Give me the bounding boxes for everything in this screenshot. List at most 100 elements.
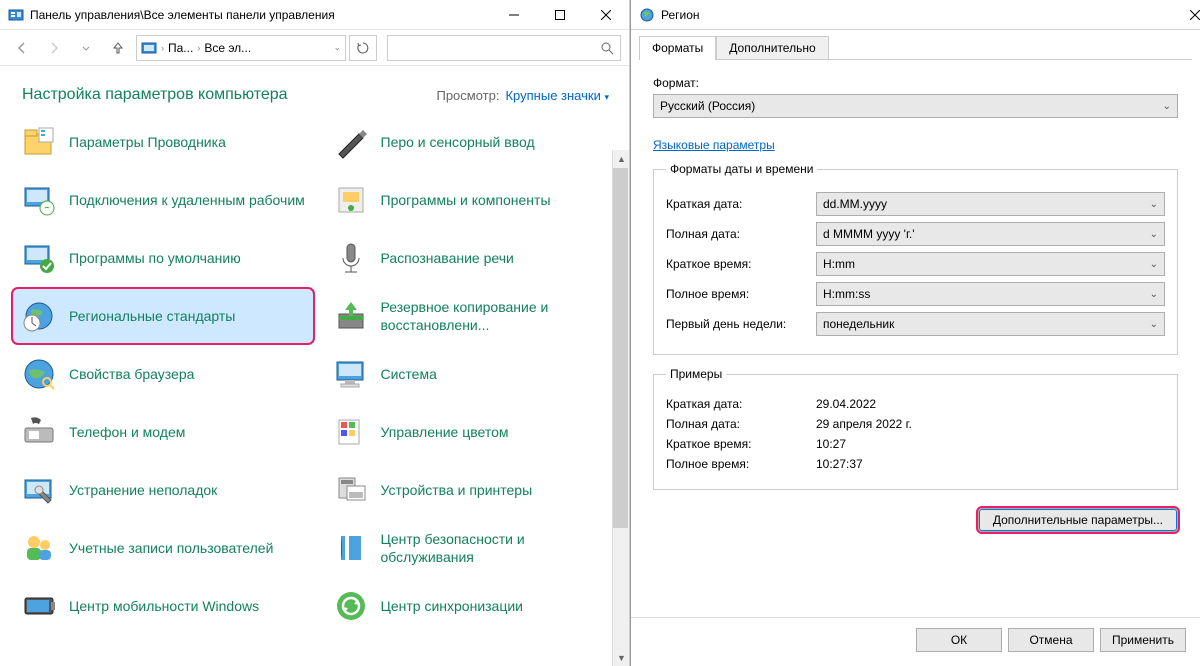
window-title: Панель управления\Все элементы панели уп… [30,8,491,22]
additional-settings-button[interactable]: Дополнительные параметры... [978,508,1178,532]
view-label: Просмотр: [436,88,499,103]
defaults-icon [19,238,59,278]
back-button[interactable] [8,34,36,62]
sync-icon [331,586,371,626]
cp-item-color[interactable]: Управление цветом [324,404,626,460]
cp-item-security[interactable]: Центр безопасности и обслуживания [324,520,626,576]
refresh-button[interactable] [349,35,377,61]
cp-item-label: Распознавание речи [381,249,514,267]
address-bar[interactable]: › Па... › Все эл... ⌄ [136,35,346,61]
page-title: Настройка параметров компьютера [22,86,288,104]
ex-long-time-value: 10:27:37 [816,457,1165,471]
up-button[interactable] [104,34,132,62]
short-time-combo[interactable]: H:mm⌄ [816,252,1165,276]
globe-icon [639,7,655,23]
mobility-icon [19,586,59,626]
control-panel-icon [8,7,24,23]
backup-icon [331,296,371,336]
short-date-label: Краткая дата: [666,197,816,211]
short-date-combo[interactable]: dd.MM.yyyy⌄ [816,192,1165,216]
view-dropdown[interactable]: Крупные значки ▾ [505,88,609,103]
long-time-combo[interactable]: H:mm:ss⌄ [816,282,1165,306]
cp-item-label: Региональные стандарты [69,307,235,325]
cp-item-mobility[interactable]: Центр мобильности Windows [12,578,314,634]
cp-item-label: Учетные записи пользователей [69,539,273,557]
first-day-label: Первый день недели: [666,317,816,331]
pen-icon [331,122,371,162]
group-title: Примеры [666,367,726,381]
cp-item-defaults[interactable]: Программы по умолчанию [12,230,314,286]
datetime-formats-group: Форматы даты и времени Краткая дата:dd.M… [653,162,1178,355]
scroll-thumb[interactable] [613,168,628,528]
cp-item-devices[interactable]: Устройства и принтеры [324,462,626,518]
cp-item-label: Резервное копирование и восстановлени... [381,298,619,334]
system-icon [331,354,371,394]
cp-item-label: Перо и сенсорный ввод [381,133,535,151]
breadcrumb-seg[interactable]: Все эл... [204,41,251,55]
titlebar: Панель управления\Все элементы панели уп… [0,0,629,30]
control-panel-icon [141,40,157,56]
users-icon [19,528,59,568]
apply-button[interactable]: Применить [1100,628,1186,652]
language-settings-link[interactable]: Языковые параметры [653,138,1178,152]
cp-item-label: Телефон и модем [69,423,185,441]
search-input[interactable] [387,35,621,61]
minimize-button[interactable] [491,0,537,30]
cp-item-remote[interactable]: Подключения к удаленным рабочим [12,172,314,228]
cp-item-troubleshoot[interactable]: Устранение неполадок [12,462,314,518]
maximize-button[interactable] [537,0,583,30]
cp-item-sync[interactable]: Центр синхронизации [324,578,626,634]
breadcrumb-seg[interactable]: Па... [168,41,193,55]
cp-item-label: Подключения к удаленным рабочим [69,191,305,209]
first-day-combo[interactable]: понедельник⌄ [816,312,1165,336]
tab-formats[interactable]: Форматы [639,36,716,59]
nav-toolbar: › Па... › Все эл... ⌄ [0,30,629,66]
ex-short-time-value: 10:27 [816,437,1165,451]
long-time-label: Полное время: [666,287,816,301]
ex-long-time-label: Полное время: [666,457,816,471]
cp-item-system[interactable]: Система [324,346,626,402]
troubleshoot-icon [19,470,59,510]
cp-item-label: Управление цветом [381,423,509,441]
region-icon [19,296,59,336]
cp-item-label: Устройства и принтеры [381,481,533,499]
cp-item-programs[interactable]: Программы и компоненты [324,172,626,228]
programs-icon [331,180,371,220]
chevron-down-icon: ⌄ [1163,101,1171,112]
cp-item-label: Центр синхронизации [381,597,524,615]
scroll-up-button[interactable]: ▲ [613,150,630,167]
format-combo[interactable]: Русский (Россия)⌄ [653,94,1178,118]
cp-item-speech[interactable]: Распознавание речи [324,230,626,286]
cp-item-pen[interactable]: Перо и сенсорный ввод [324,114,626,170]
ok-button[interactable]: ОК [916,628,1002,652]
dialog-footer: ОК Отмена Применить [631,617,1200,666]
scrollbar[interactable]: ▲ ▼ [612,150,629,666]
cp-item-backup[interactable]: Резервное копирование и восстановлени... [324,288,626,344]
color-icon [331,412,371,452]
cp-item-folder-options[interactable]: Параметры Проводника [12,114,314,170]
cp-item-browser[interactable]: Свойства браузера [12,346,314,402]
close-button[interactable] [583,0,629,30]
long-date-label: Полная дата: [666,227,816,241]
cp-item-users[interactable]: Учетные записи пользователей [12,520,314,576]
recent-dropdown[interactable] [72,34,100,62]
control-panel-window: Панель управления\Все элементы панели уп… [0,0,630,666]
cp-item-phone[interactable]: Телефон и модем [12,404,314,460]
phone-icon [19,412,59,452]
cp-item-label: Свойства браузера [69,365,194,383]
cancel-button[interactable]: Отмена [1008,628,1094,652]
examples-group: Примеры Краткая дата:29.04.2022 Полная д… [653,367,1178,490]
forward-button[interactable] [40,34,68,62]
browser-icon [19,354,59,394]
scroll-down-button[interactable]: ▼ [613,649,630,666]
close-button[interactable] [1190,10,1200,20]
ex-long-date-label: Полная дата: [666,417,816,431]
cp-item-label: Параметры Проводника [69,133,226,151]
tab-additional[interactable]: Дополнительно [716,36,828,59]
cp-item-region[interactable]: Региональные стандарты [12,288,314,344]
ex-short-time-label: Краткое время: [666,437,816,451]
chevron-down-icon[interactable]: ⌄ [333,42,341,53]
devices-icon [331,470,371,510]
security-icon [331,528,371,568]
long-date-combo[interactable]: d MMMM yyyy 'г.'⌄ [816,222,1165,246]
